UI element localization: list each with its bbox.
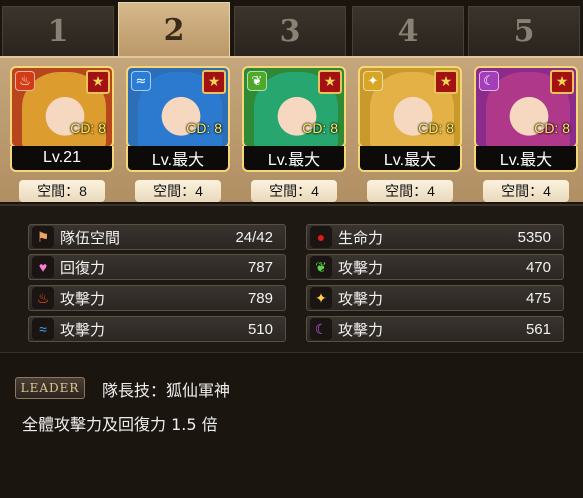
stat-hp: ● 生命力 5350 <box>306 224 564 250</box>
stat-wood-attack: ❦ 攻擊力 470 <box>306 254 564 280</box>
card-cooldown: CD: 8 <box>70 120 106 136</box>
star-rank-icon: ★ <box>550 70 574 94</box>
card-level: Lv.最大 <box>474 146 578 172</box>
stat-label: 攻擊力 <box>338 290 384 308</box>
card-level: Lv.21 <box>10 146 114 172</box>
card-cooldown: CD: 8 <box>186 120 222 136</box>
wood-element-icon: ❦ <box>247 71 267 91</box>
light-icon: ✦ <box>310 287 332 309</box>
leader-badge: LEADER <box>15 377 85 399</box>
tab-team-1[interactable]: 1 <box>2 6 114 56</box>
team-member-card-1[interactable]: ♨ ★ CD: 8 Lv.21 空間：8 <box>10 66 114 202</box>
stat-water-attack: ≈ 攻擊力 510 <box>28 316 286 342</box>
stat-value: 787 <box>247 258 273 276</box>
card-level: Lv.最大 <box>126 146 230 172</box>
stat-recovery: ♥ 回復力 787 <box>28 254 286 280</box>
star-rank-icon: ★ <box>86 70 110 94</box>
dark-moon-icon: ☾ <box>310 318 332 340</box>
stat-fire-attack: ♨ 攻擊力 789 <box>28 285 286 311</box>
stat-light-attack: ✦ 攻擊力 475 <box>306 285 564 311</box>
card-level: Lv.最大 <box>358 146 462 172</box>
team-card-area: ♨ ★ CD: 8 Lv.21 空間：8 ≈ ★ CD: 8 Lv.最大 空間：… <box>0 56 583 202</box>
leader-skill-description: 全體攻擊力及回復力 1.5 倍 <box>22 415 218 434</box>
stat-dark-attack: ☾ 攻擊力 561 <box>306 316 564 342</box>
card-space: 空間：4 <box>367 180 453 202</box>
card-cooldown: CD: 8 <box>534 120 570 136</box>
tab-team-5[interactable]: 5 <box>468 6 580 56</box>
leader-skill-title: 隊長技：狐仙軍神 <box>102 381 231 400</box>
star-rank-icon: ★ <box>318 70 342 94</box>
heart-icon: ♥ <box>32 256 54 278</box>
fire-element-icon: ♨ <box>15 71 35 91</box>
blood-drop-icon: ● <box>310 226 332 248</box>
stat-value: 24/42 <box>235 228 273 246</box>
stat-label: 攻擊力 <box>338 321 384 339</box>
stat-value: 789 <box>247 289 273 307</box>
card-portrait[interactable]: ❦ ★ CD: 8 <box>242 66 346 148</box>
card-space: 空間：4 <box>483 180 569 202</box>
card-level: Lv.最大 <box>242 146 346 172</box>
star-rank-icon: ★ <box>202 70 226 94</box>
stat-value: 561 <box>525 320 551 338</box>
stat-label: 回復力 <box>60 259 106 277</box>
wood-icon: ❦ <box>310 256 332 278</box>
card-space: 空間：4 <box>251 180 337 202</box>
stat-value: 475 <box>525 289 551 307</box>
card-portrait[interactable]: ≈ ★ CD: 8 <box>126 66 230 148</box>
stat-label: 攻擊力 <box>60 321 106 339</box>
stat-label: 隊伍空間 <box>60 229 121 247</box>
card-space: 空間：8 <box>19 180 105 202</box>
tab-team-3[interactable]: 3 <box>234 6 346 56</box>
card-space: 空間：4 <box>135 180 221 202</box>
water-icon: ≈ <box>32 318 54 340</box>
water-element-icon: ≈ <box>131 71 151 91</box>
team-member-card-5[interactable]: ☾ ★ CD: 8 Lv.最大 空間：4 <box>474 66 578 202</box>
team-tabs: 1 2 3 4 5 <box>0 0 583 58</box>
team-member-card-3[interactable]: ❦ ★ CD: 8 Lv.最大 空間：4 <box>242 66 346 202</box>
card-cooldown: CD: 8 <box>302 120 338 136</box>
dark-element-icon: ☾ <box>479 71 499 91</box>
stat-label: 攻擊力 <box>338 259 384 277</box>
stat-team-space: ⚑ 隊伍空間 24/42 <box>28 224 286 250</box>
card-portrait[interactable]: ♨ ★ CD: 8 <box>10 66 114 148</box>
team-member-card-4[interactable]: ✦ ★ CD: 8 Lv.最大 空間：4 <box>358 66 462 202</box>
leader-skill-panel: LEADER 隊長技：狐仙軍神 全體攻擊力及回復力 1.5 倍 <box>0 352 583 498</box>
fire-icon: ♨ <box>32 287 54 309</box>
light-element-icon: ✦ <box>363 71 383 91</box>
stat-label: 生命力 <box>338 229 384 247</box>
card-cooldown: CD: 8 <box>418 120 454 136</box>
tab-team-4[interactable]: 4 <box>352 6 464 56</box>
stat-value: 510 <box>247 320 273 338</box>
flag-icon: ⚑ <box>32 226 54 248</box>
star-rank-icon: ★ <box>434 70 458 94</box>
team-stats-panel: ⚑ 隊伍空間 24/42 ♥ 回復力 787 ♨ 攻擊力 789 ≈ 攻擊力 5… <box>0 204 583 352</box>
stat-label: 攻擊力 <box>60 290 106 308</box>
stat-value: 5350 <box>517 228 551 246</box>
team-member-card-2[interactable]: ≈ ★ CD: 8 Lv.最大 空間：4 <box>126 66 230 202</box>
stat-value: 470 <box>525 258 551 276</box>
tab-team-2[interactable]: 2 <box>118 2 230 58</box>
card-portrait[interactable]: ✦ ★ CD: 8 <box>358 66 462 148</box>
card-portrait[interactable]: ☾ ★ CD: 8 <box>474 66 578 148</box>
